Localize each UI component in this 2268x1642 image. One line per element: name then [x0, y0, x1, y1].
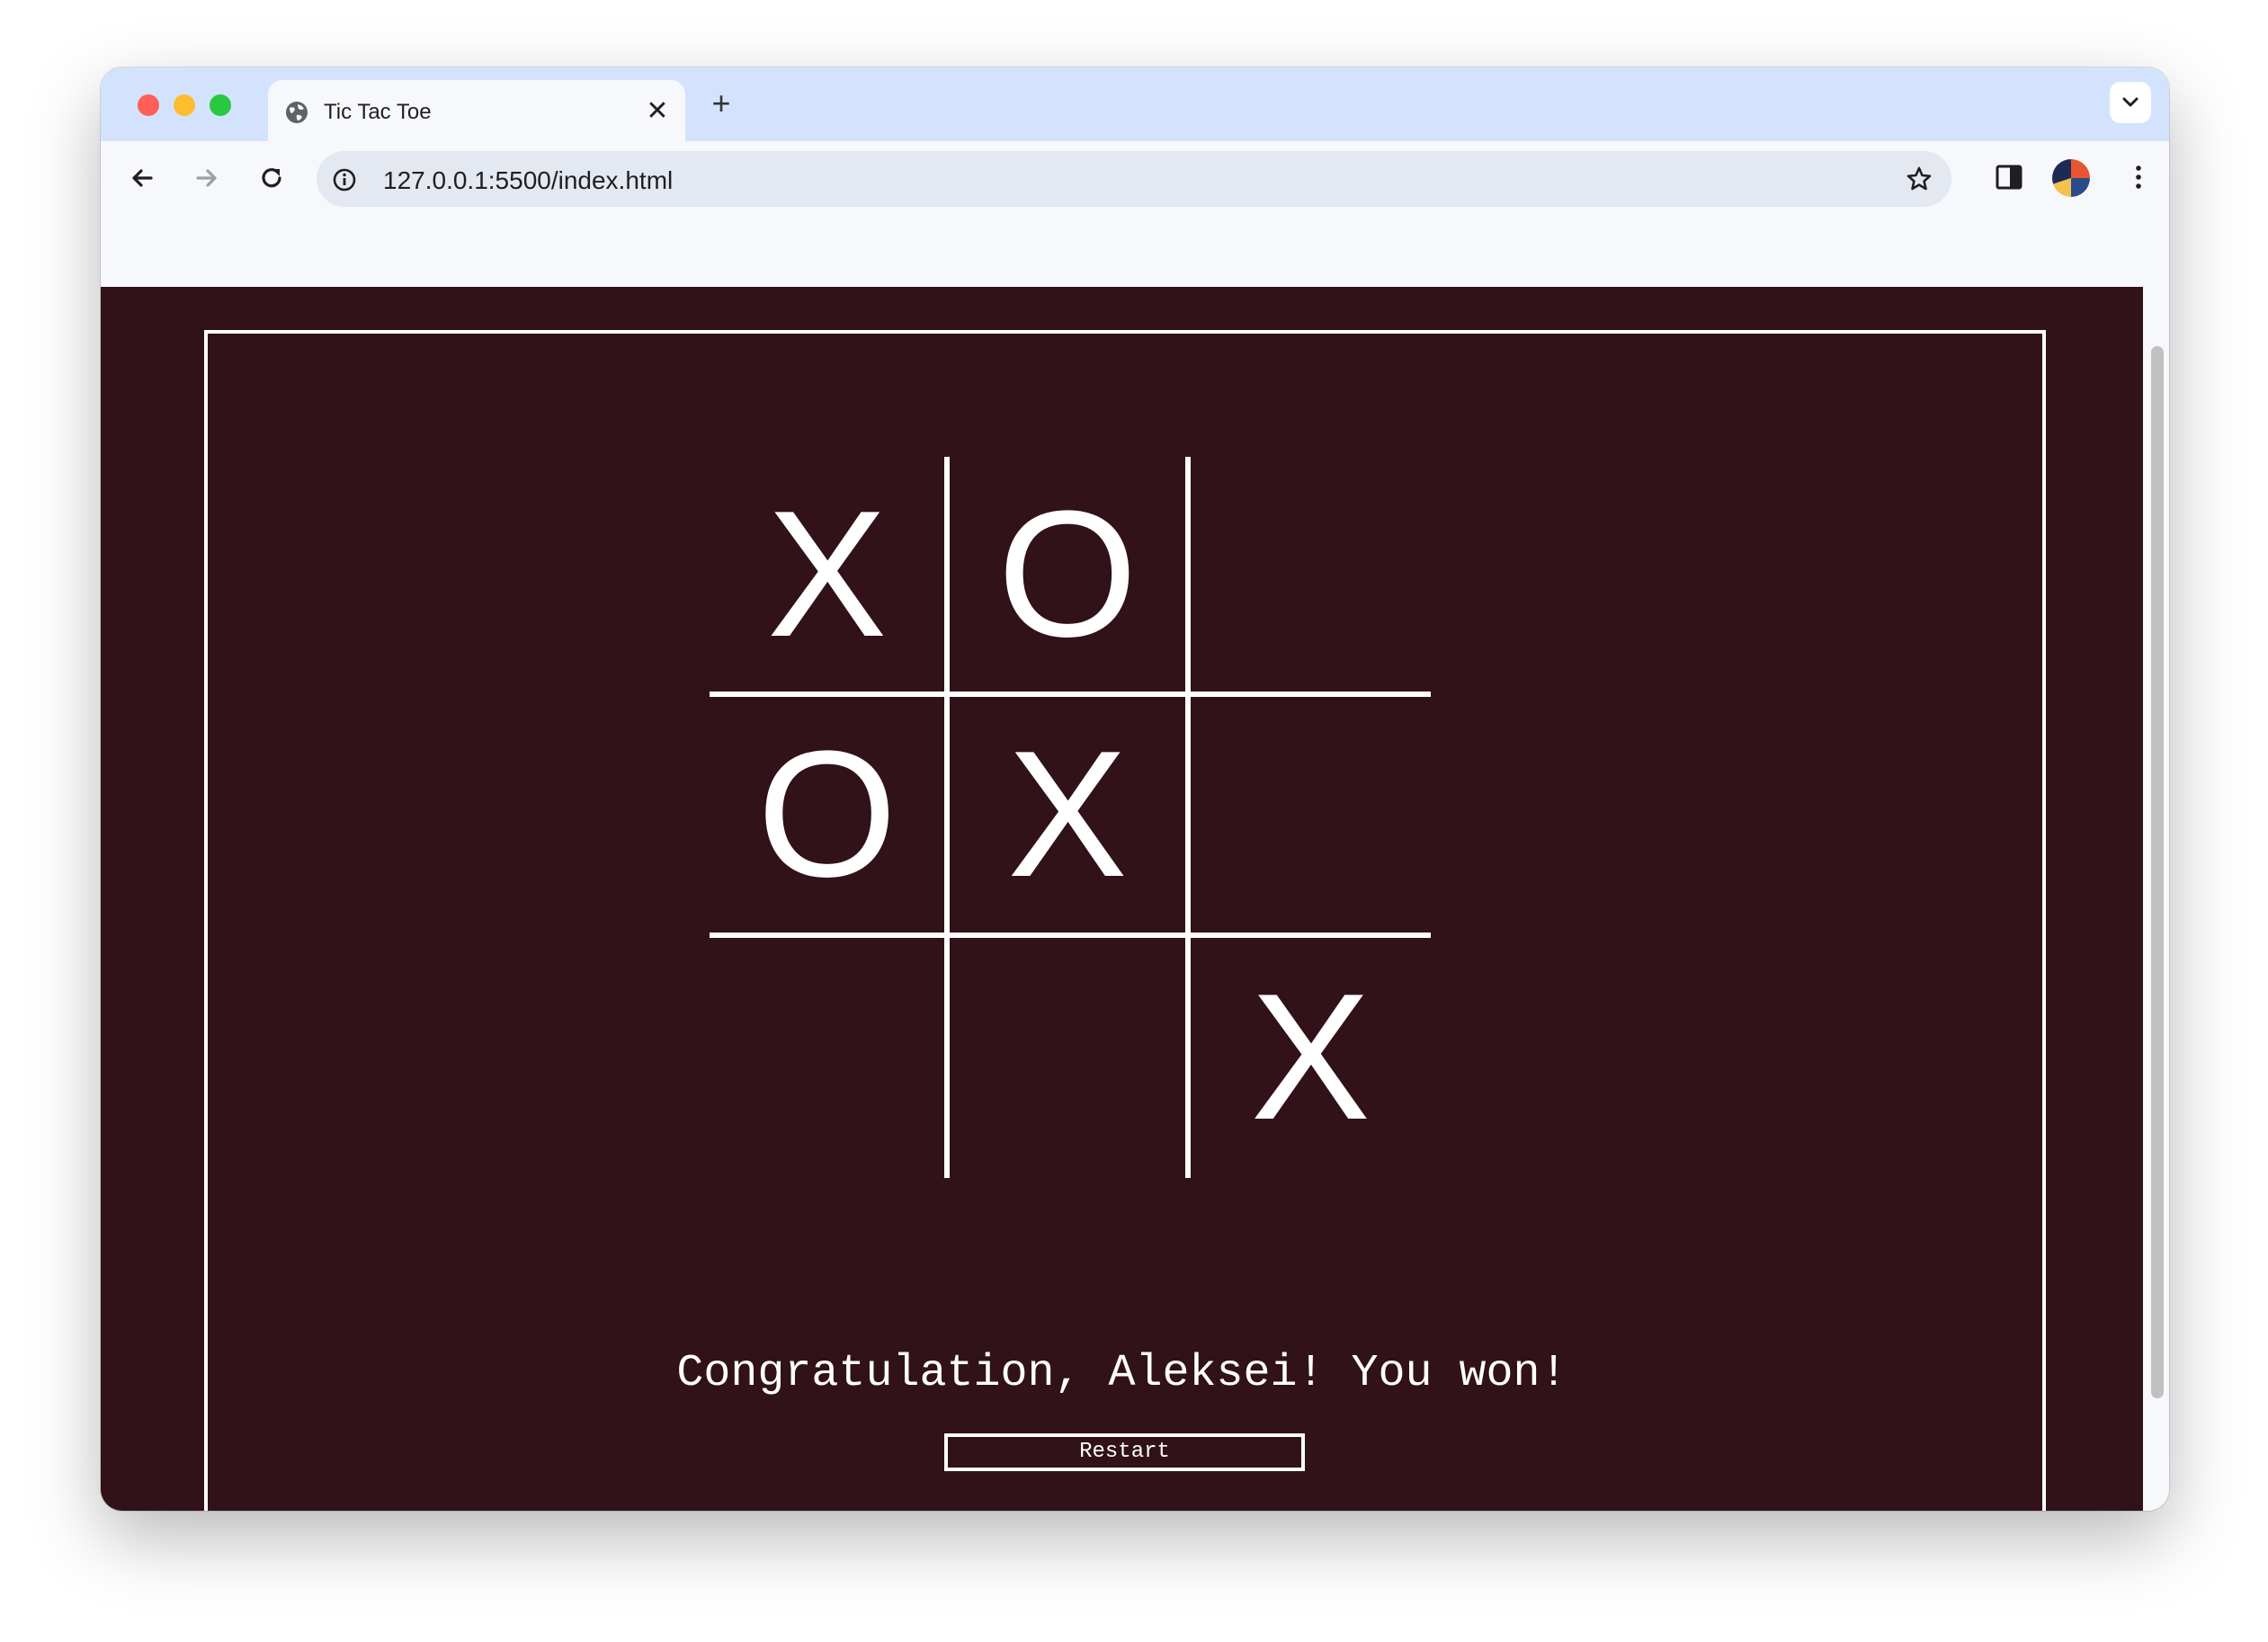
board-cell-4[interactable]: O [710, 697, 951, 938]
scrollbar-thumb[interactable] [2151, 346, 2164, 1398]
address-bar[interactable]: 127.0.0.1:5500/index.html [317, 151, 1951, 207]
info-icon[interactable] [331, 166, 358, 193]
more-menu-icon[interactable] [2122, 161, 2155, 193]
game-board: X O O X X [710, 457, 1431, 1178]
side-panel-icon[interactable] [1993, 161, 2025, 193]
back-arrow-icon[interactable] [124, 160, 160, 196]
close-window-button[interactable] [138, 94, 159, 116]
page-viewport: X O O X X Congratulation, Aleksei! You w… [101, 287, 2143, 1511]
board-cell-1[interactable]: X [710, 457, 951, 698]
board-cell-3[interactable] [1190, 457, 1431, 698]
tab-tic-tac-toe[interactable]: Tic Tac Toe ✕ [268, 80, 685, 141]
board-cell-2[interactable]: O [950, 457, 1191, 698]
board-cell-9[interactable]: X [1191, 938, 1431, 1178]
tab-strip: Tic Tac Toe ✕ + [101, 67, 2169, 141]
win-message: Congratulation, Aleksei! You won! [676, 1348, 1567, 1399]
restart-button[interactable]: Restart [944, 1433, 1305, 1471]
tab-title: Tic Tac Toe [324, 100, 432, 124]
tab-search-button[interactable] [2110, 82, 2151, 123]
forward-arrow-icon[interactable] [189, 160, 225, 196]
board-cell-7[interactable] [710, 937, 951, 1178]
scrollbar[interactable] [2143, 287, 2169, 1511]
board-cell-8[interactable] [950, 937, 1191, 1178]
reload-icon[interactable] [254, 160, 290, 196]
board-cell-5[interactable]: X [950, 697, 1191, 938]
globe-icon [286, 102, 308, 123]
board-cell-6[interactable] [1190, 697, 1431, 938]
close-tab-icon[interactable]: ✕ [644, 98, 671, 125]
star-icon[interactable] [1905, 165, 1933, 193]
browser-toolbar: 127.0.0.1:5500/index.html [101, 141, 2169, 215]
chevron-down-icon [2122, 97, 2139, 107]
maximize-window-button[interactable] [210, 94, 231, 116]
url-text[interactable]: 127.0.0.1:5500/index.html [383, 166, 673, 195]
profile-avatar[interactable] [2052, 159, 2090, 197]
browser-window: Tic Tac Toe ✕ + 127.0.0.1:5500/index.htm… [101, 67, 2169, 1511]
minimize-window-button[interactable] [174, 94, 195, 116]
new-tab-button[interactable]: + [703, 85, 739, 121]
